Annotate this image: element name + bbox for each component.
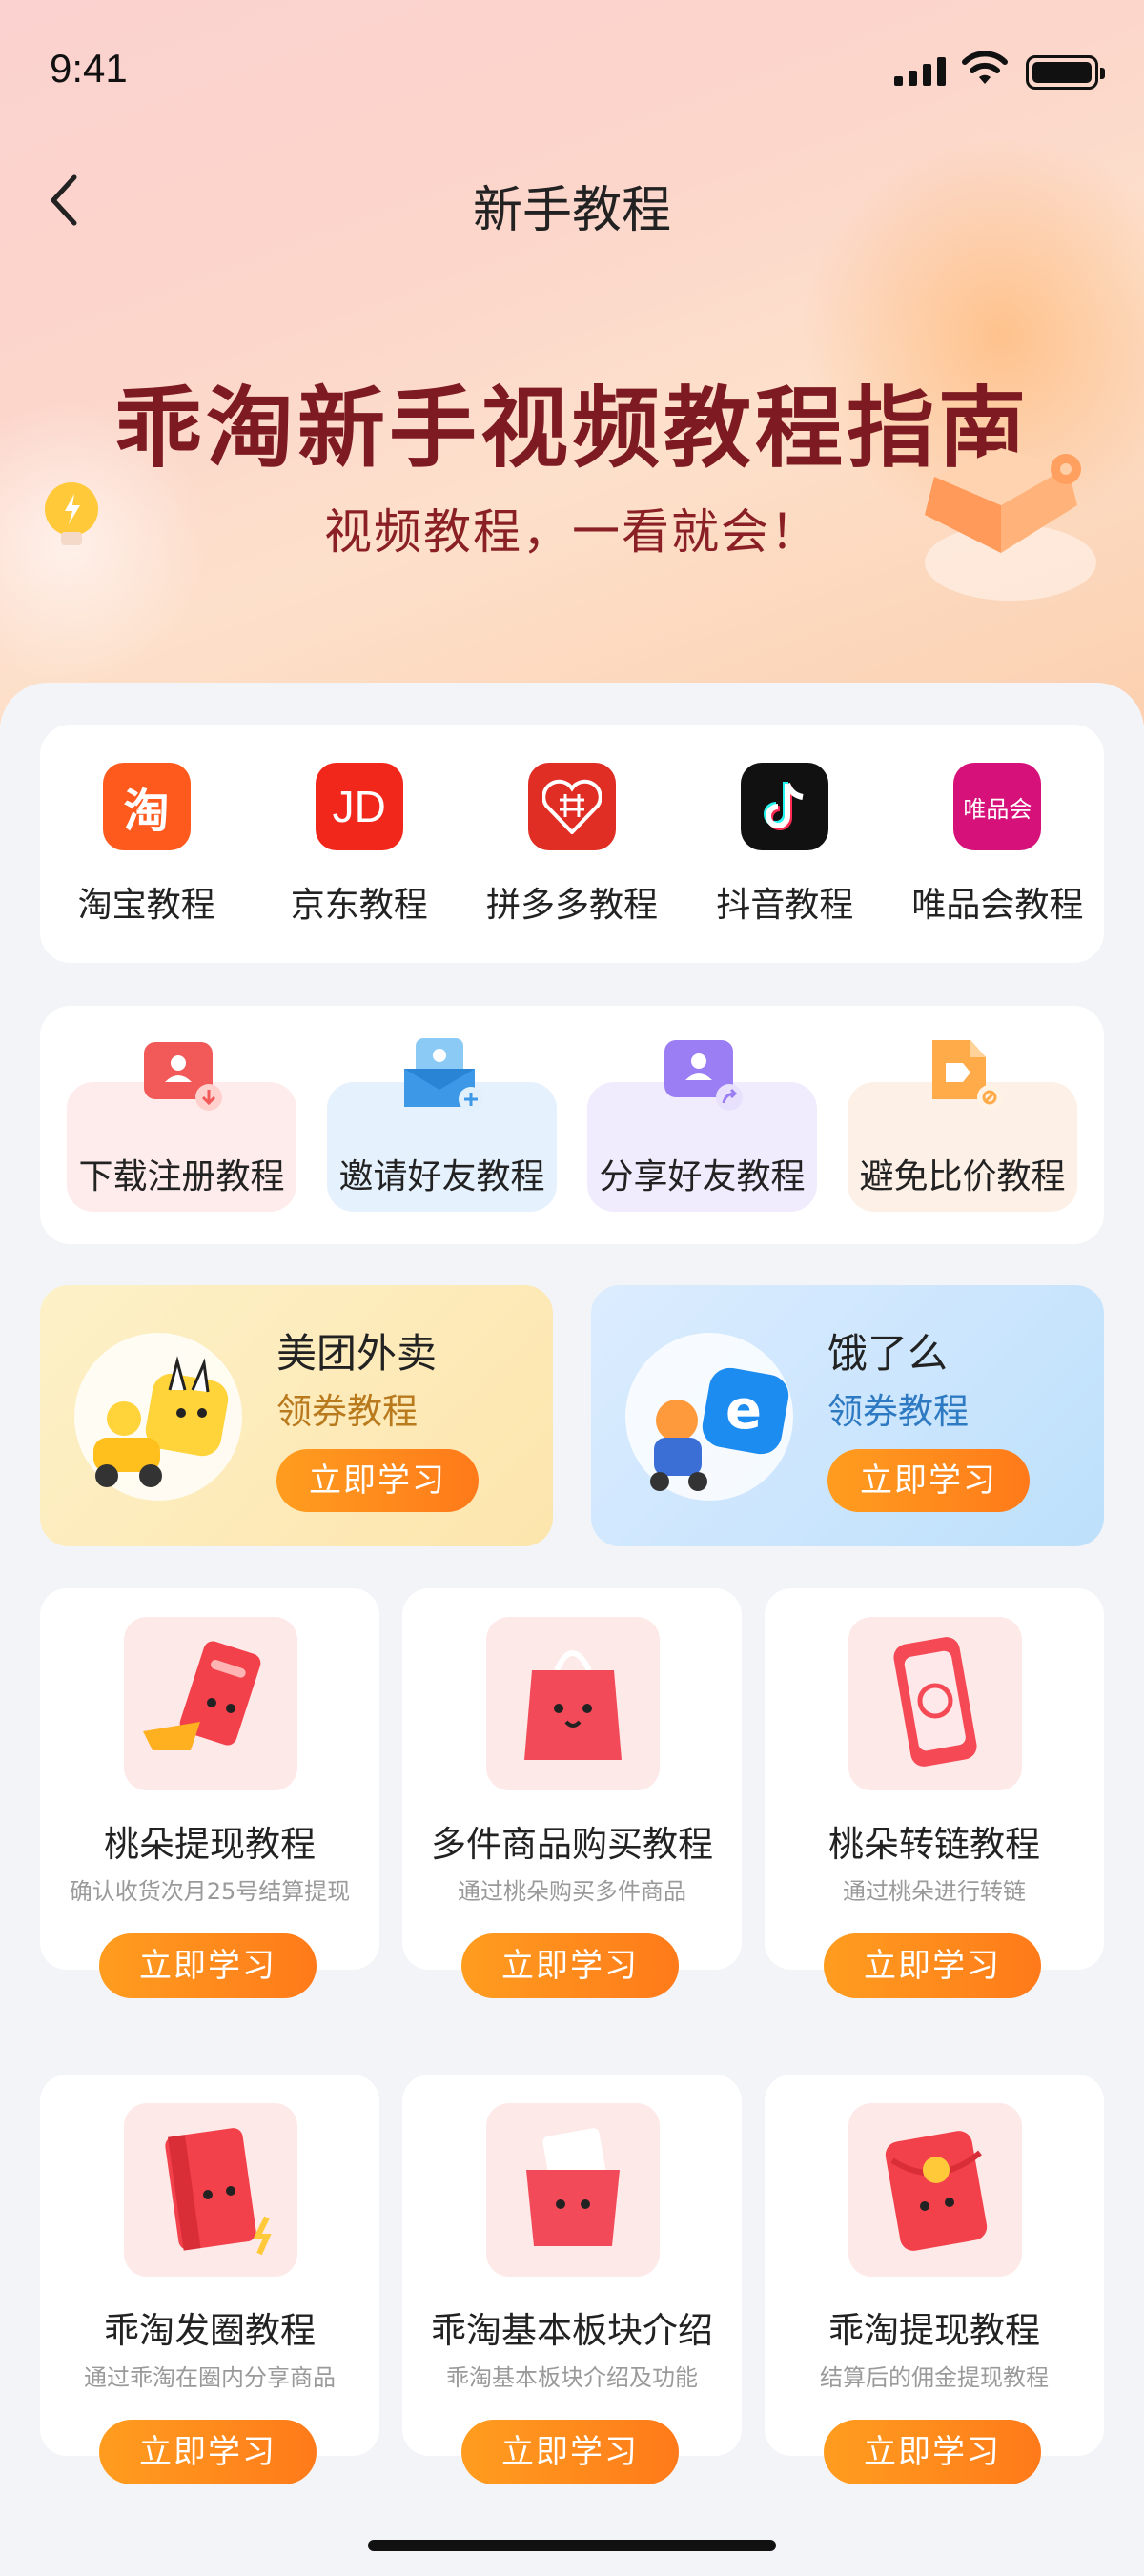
tutorial-card-taoduo-withdraw[interactable]: 桃朵提现教程 确认收货次月25号结算提现 立即学习 xyxy=(40,1588,379,1998)
platform-label: 唯品会教程 xyxy=(911,886,1084,925)
phone-link-icon xyxy=(848,1617,1022,1790)
page-title: 新手教程 xyxy=(472,182,671,239)
tutorial-desc: 通过桃朵进行转链 xyxy=(843,1878,1026,1905)
tutorial-title: 桃朵转链教程 xyxy=(828,1824,1040,1865)
guide-item-share-friend[interactable]: 分享好友教程 xyxy=(587,1006,817,1244)
meituan-card[interactable]: 美团外卖 领券教程 立即学习 xyxy=(40,1285,553,1546)
taobao-icon: 淘 xyxy=(102,763,191,850)
red-book-icon xyxy=(124,2103,297,2277)
douyin-icon xyxy=(741,763,829,850)
platform-label: 抖音教程 xyxy=(716,886,854,925)
invite-friend-icon xyxy=(403,1038,483,1112)
share-friend-icon xyxy=(664,1040,743,1111)
guide-label: 邀请好友教程 xyxy=(338,1157,545,1196)
wifi-icon xyxy=(962,51,1008,84)
tutorial-desc: 结算后的佣金提现教程 xyxy=(820,2364,1049,2391)
tutorial-card-guaitao-withdraw[interactable]: 乖淘提现教程 结算后的佣金提现教程 立即学习 xyxy=(765,2075,1104,2484)
meituan-learn-button[interactable]: 立即学习 xyxy=(276,1449,479,1512)
folder-icon xyxy=(486,2103,660,2277)
guide-label: 下载注册教程 xyxy=(78,1157,285,1196)
tutorial-card-taoduo-link[interactable]: 桃朵转链教程 通过桃朵进行转链 立即学习 xyxy=(765,1588,1104,1998)
nav-bar: 新手教程 xyxy=(0,162,1144,239)
platform-item-jd[interactable]: JD 京东教程 xyxy=(253,725,465,963)
tutorial-card-guaitao-circle[interactable]: 乖淘发圈教程 通过乖淘在圈内分享商品 立即学习 xyxy=(40,2075,379,2484)
red-envelope-icon xyxy=(848,2103,1022,2277)
tutorial-desc: 确认收货次月25号结算提现 xyxy=(69,1878,351,1905)
platform-label: 拼多多教程 xyxy=(486,886,659,925)
platform-tutorials-card: 淘 淘宝教程 JD 京东教程 拼多多教程 抖音教程 唯品会 唯品会教程 xyxy=(40,725,1104,963)
learn-button[interactable]: 立即学习 xyxy=(461,1933,679,1998)
jd-icon: JD xyxy=(315,763,403,850)
eleme-learn-button[interactable]: 立即学习 xyxy=(827,1449,1030,1512)
shopping-bag-icon xyxy=(486,1617,660,1790)
guide-label: 避免比价教程 xyxy=(859,1157,1066,1196)
pinduoduo-icon xyxy=(528,763,616,850)
platform-item-vipshop[interactable]: 唯品会 唯品会教程 xyxy=(891,725,1104,963)
vipshop-icon: 唯品会 xyxy=(953,763,1042,850)
meituan-tag: 领券教程 xyxy=(276,1391,418,1432)
tutorial-desc: 乖淘基本板块介绍及功能 xyxy=(446,2364,698,2391)
platform-label: 淘宝教程 xyxy=(77,886,215,925)
tutorial-title: 乖淘基本板块介绍 xyxy=(431,2310,713,2351)
guide-item-download-register[interactable]: 下载注册教程 xyxy=(67,1006,296,1244)
ticket-icon xyxy=(124,1617,297,1790)
guide-label: 分享好友教程 xyxy=(599,1157,806,1196)
platform-item-douyin[interactable]: 抖音教程 xyxy=(679,725,891,963)
download-register-icon xyxy=(143,1042,222,1111)
learn-button[interactable]: 立即学习 xyxy=(824,1933,1041,1998)
guide-item-invite-friend[interactable]: 邀请好友教程 xyxy=(327,1006,557,1244)
tutorial-title: 桃朵提现教程 xyxy=(104,1824,316,1865)
flower-star-icon xyxy=(1051,454,1081,484)
learn-button[interactable]: 立即学习 xyxy=(461,2420,679,2484)
eleme-title: 饿了么 xyxy=(827,1330,949,1377)
svg-text:e: e xyxy=(725,1380,762,1441)
tutorial-desc: 通过乖淘在圈内分享商品 xyxy=(84,2364,336,2391)
learn-button[interactable]: 立即学习 xyxy=(99,1933,317,1998)
status-bar: 9:41 xyxy=(0,0,1144,143)
status-time: 9:41 xyxy=(50,46,128,91)
tutorial-desc: 通过桃朵购买多件商品 xyxy=(458,1878,686,1905)
learn-button[interactable]: 立即学习 xyxy=(99,2420,317,2484)
battery-icon xyxy=(1026,55,1105,90)
tutorial-title: 乖淘提现教程 xyxy=(828,2310,1040,2351)
eleme-tag: 领券教程 xyxy=(827,1391,969,1432)
eleme-mascot-image: e xyxy=(625,1333,793,1501)
home-indicator[interactable] xyxy=(368,2540,776,2551)
lightbulb-icon xyxy=(45,482,98,545)
platform-item-taobao[interactable]: 淘 淘宝教程 xyxy=(40,725,253,963)
guide-tutorials-card: 下载注册教程 邀请好友教程 分享好友教程 避免比价教程 xyxy=(40,1006,1104,1244)
eleme-card[interactable]: e 饿了么 领券教程 立即学习 xyxy=(591,1285,1104,1546)
cellular-signal-icon xyxy=(894,55,946,86)
learn-button[interactable]: 立即学习 xyxy=(824,2420,1041,2484)
meituan-mascot-image xyxy=(74,1333,242,1501)
tutorial-title: 多件商品购买教程 xyxy=(431,1824,713,1865)
platform-item-pinduoduo[interactable]: 拼多多教程 xyxy=(465,725,678,963)
tutorial-card-multi-buy[interactable]: 多件商品购买教程 通过桃朵购买多件商品 立即学习 xyxy=(402,1588,742,1998)
tutorial-card-guaitao-sections[interactable]: 乖淘基本板块介绍 乖淘基本板块介绍及功能 立即学习 xyxy=(402,2075,742,2484)
meituan-title: 美团外卖 xyxy=(276,1330,438,1377)
tutorial-title: 乖淘发圈教程 xyxy=(104,2310,316,2351)
avoid-price-compare-icon xyxy=(931,1040,1002,1110)
platform-label: 京东教程 xyxy=(290,886,428,925)
guide-item-avoid-price-compare[interactable]: 避免比价教程 xyxy=(848,1006,1077,1244)
